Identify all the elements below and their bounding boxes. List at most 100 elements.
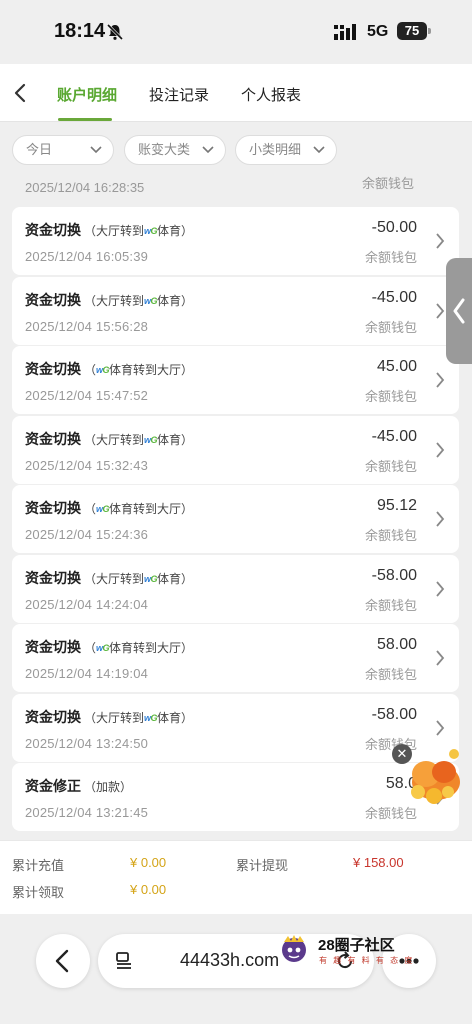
- transaction-row[interactable]: 资金切换 （大厅转到wG体育） 2025/12/04 14:24:04 -58.00 余…: [12, 554, 459, 623]
- transaction-row[interactable]: 资金修正 （加款） 2025/12/04 13:21:45 58.0 余额钱包: [12, 763, 459, 831]
- total-withdraw-value: ¥ 158.00: [353, 855, 404, 870]
- transaction-wallet: 余额钱包: [364, 319, 417, 335]
- transaction-detail-prefix: （: [84, 641, 97, 655]
- wg-sports-logo-icon: wG: [96, 504, 109, 514]
- transaction-amount: -58.00: [371, 566, 417, 584]
- wg-sports-logo-icon: wG: [96, 365, 109, 375]
- total-recharge-label: 累计充值: [12, 858, 65, 873]
- transaction-amount: 95.12: [376, 497, 417, 514]
- transaction-title: 资金切换 （大厅转到wG体育）: [25, 429, 193, 449]
- transaction-detail: （大厅转到wG体育）: [84, 711, 193, 725]
- transaction-row[interactable]: 资金切换 （大厅转到wG体育） 2025/12/04 16:05:39 -50.00 余…: [12, 207, 459, 275]
- filter-subcategory-label: 小类明细: [249, 142, 302, 157]
- transaction-type: 资金切换: [25, 361, 81, 377]
- transaction-time: 2025/12/04 14:24:04: [25, 596, 149, 612]
- transaction-row[interactable]: 资金切换 （大厅转到wG体育） 2025/12/04 15:32:43 -45.00 余…: [12, 415, 459, 484]
- transaction-amount: -58.00: [371, 705, 417, 723]
- transaction-detail-prefix: （: [84, 363, 97, 377]
- chevron-left-icon: [55, 949, 69, 973]
- transaction-title: 资金切换 （大厅转到wG体育）: [25, 568, 193, 588]
- transaction-detail-prefix: （大厅转到: [84, 571, 145, 586]
- transaction-amount: -45.00: [371, 288, 417, 306]
- transaction-detail-suffix: 体育转到大厅）: [109, 363, 194, 377]
- watermark-logo-icon: [282, 935, 306, 962]
- transaction-detail-prefix: （大厅转到: [84, 432, 145, 447]
- total-claim-value: ¥ 0.00: [130, 882, 167, 897]
- transaction-type: 资金切换: [25, 569, 81, 586]
- reader-mode-icon[interactable]: [114, 951, 134, 971]
- transaction-type: 资金切换: [25, 500, 81, 516]
- transaction-detail-suffix: 体育）: [157, 224, 194, 238]
- transaction-wallet: 余额钱包: [364, 458, 417, 474]
- transaction-row[interactable]: 资金切换 （wG体育转到大厅） 2025/12/04 14:19:04 58.00 余额…: [12, 624, 459, 692]
- transaction-time: 2025/12/04 15:24:36: [25, 527, 149, 542]
- transaction-title: 资金切换 （大厅转到wG体育）: [25, 707, 193, 727]
- battery-icon: 75: [397, 22, 427, 40]
- transaction-detail-prefix: （加款）: [84, 780, 133, 794]
- chevron-right-icon: [436, 511, 445, 527]
- transaction-title: 资金修正 （加款）: [25, 776, 132, 796]
- transaction-amount: 45.00: [376, 358, 417, 375]
- partial-row-wallet: 余额钱包: [362, 176, 415, 191]
- transaction-detail: （大厅转到wG体育）: [84, 224, 193, 238]
- transaction-wallet: 余额钱包: [364, 597, 417, 613]
- wg-sports-logo-icon: wG: [144, 226, 157, 236]
- transaction-time: 2025/12/04 15:56:28: [25, 318, 149, 334]
- transaction-wallet: 余额钱包: [364, 389, 417, 404]
- transaction-type: 资金切换: [25, 708, 81, 725]
- transaction-title: 资金切换 （wG体育转到大厅）: [25, 637, 193, 657]
- transaction-time: 2025/12/04 13:24:50: [25, 735, 149, 751]
- transaction-row[interactable]: 资金切换 （wG体育转到大厅） 2025/12/04 15:47:52 45.00 余额…: [12, 346, 459, 414]
- wg-sports-logo-icon: wG: [144, 435, 157, 445]
- transaction-title: 资金切换 （大厅转到wG体育）: [25, 290, 193, 310]
- back-arrow-icon[interactable]: [10, 82, 30, 104]
- transaction-detail: （大厅转到wG体育）: [84, 572, 193, 586]
- filter-date-label: 今日: [26, 142, 53, 157]
- transaction-type: 资金切换: [25, 222, 81, 238]
- transaction-detail: （wG体育转到大厅）: [84, 641, 193, 655]
- total-claim-label: 累计领取: [12, 885, 65, 900]
- transaction-detail-prefix: （: [84, 502, 97, 516]
- transaction-detail-suffix: 体育）: [157, 293, 194, 308]
- wg-sports-logo-icon: wG: [144, 713, 157, 723]
- transaction-row[interactable]: 资金切换 （大厅转到wG体育） 2025/12/04 15:56:28 -45.00 余…: [12, 276, 459, 345]
- transaction-detail: （wG体育转到大厅）: [84, 363, 193, 377]
- chevron-right-icon: [436, 650, 445, 666]
- transaction-title: 资金切换 （wG体育转到大厅）: [25, 359, 193, 379]
- browser-back-button[interactable]: [36, 934, 90, 988]
- transaction-detail-suffix: 体育）: [157, 571, 194, 586]
- bell-off-icon: [106, 23, 124, 41]
- chevron-down-icon: [202, 146, 214, 154]
- watermark-title: 28圈子社区: [318, 937, 395, 954]
- filter-subcategory[interactable]: 小类明细: [235, 135, 337, 165]
- chevron-right-icon: [436, 302, 445, 319]
- transaction-time: 2025/12/04 15:47:52: [25, 388, 149, 403]
- filter-date[interactable]: 今日: [12, 135, 114, 165]
- chevron-left-icon: [453, 298, 465, 324]
- transaction-detail-suffix: 体育转到大厅）: [109, 502, 194, 516]
- chevron-down-icon: [90, 146, 102, 154]
- tab-account-details[interactable]: 账户明细: [57, 84, 117, 105]
- filter-category[interactable]: 账变大类: [124, 135, 226, 165]
- transaction-type: 资金切换: [25, 291, 81, 308]
- wg-sports-logo-icon: wG: [144, 574, 157, 584]
- transaction-time: 2025/12/04 13:21:45: [25, 805, 149, 820]
- transaction-type: 资金切换: [25, 430, 81, 447]
- close-promo-button[interactable]: ✕: [392, 744, 412, 764]
- filter-row: 今日 账变大类 小类明细: [0, 122, 472, 176]
- summary-panel: 累计充值 ¥ 0.00 累计提现 ¥ 158.00 累计领取 ¥ 0.00: [0, 840, 472, 914]
- transaction-wallet: 余额钱包: [364, 250, 417, 265]
- side-drawer-handle[interactable]: [446, 258, 472, 364]
- battery-cap: [428, 28, 431, 34]
- tab-bet-records[interactable]: 投注记录: [149, 84, 209, 105]
- total-withdraw-label: 累计提现: [236, 858, 289, 873]
- signal-icon: [334, 24, 356, 40]
- tab-personal-report[interactable]: 个人报表: [241, 84, 301, 105]
- transaction-list[interactable]: 2025/12/04 16:28:35 余额钱包 资金切换 （大厅转到wG体育） 2…: [0, 176, 472, 834]
- transaction-title: 资金切换 （大厅转到wG体育）: [25, 220, 193, 240]
- transaction-detail-suffix: 体育转到大厅）: [109, 641, 194, 655]
- transaction-amount: -45.00: [371, 427, 417, 445]
- chevron-right-icon: [436, 372, 445, 388]
- transaction-row[interactable]: 资金切换 （wG体育转到大厅） 2025/12/04 15:24:36 95.12 余额…: [12, 485, 459, 553]
- wg-sports-logo-icon: wG: [144, 296, 157, 306]
